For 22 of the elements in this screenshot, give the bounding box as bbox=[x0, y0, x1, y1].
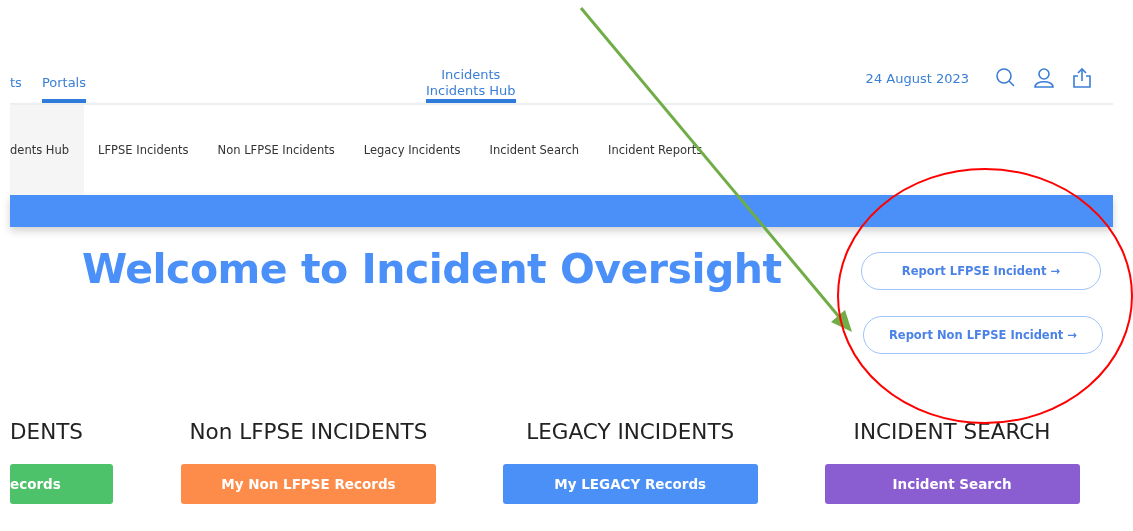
share-icon[interactable] bbox=[1071, 67, 1093, 89]
menu-tab[interactable]: LFPSE Incidents bbox=[83, 105, 204, 195]
records-button[interactable]: My Non LFPSE Records bbox=[180, 464, 436, 504]
date-text: 24 August 2023 bbox=[865, 70, 969, 86]
user-icon[interactable] bbox=[1033, 67, 1055, 89]
section-heading: Non LFPSE INCIDENTS bbox=[189, 418, 428, 446]
menu-tab[interactable]: Incident Search bbox=[475, 105, 594, 195]
menu-tab[interactable]: Non LFPSE Incidents bbox=[203, 105, 350, 195]
report-button[interactable]: Report Non LFPSE Incident → bbox=[863, 316, 1103, 354]
section-heading: INCIDENT SEARCH bbox=[853, 418, 1051, 446]
nav-link[interactable]: ts bbox=[10, 75, 22, 103]
search-icon[interactable] bbox=[995, 67, 1017, 89]
section-heading: DENTS bbox=[10, 418, 83, 446]
records-button[interactable]: Incident Search bbox=[824, 464, 1080, 504]
report-button[interactable]: Report LFPSE Incident → bbox=[861, 252, 1101, 290]
nav-link[interactable]: Incidents Incidents Hub bbox=[426, 67, 516, 103]
menu-tab[interactable]: Legacy Incidents bbox=[349, 105, 475, 195]
page-title: Welcome to Incident Oversight bbox=[82, 245, 782, 293]
records-button[interactable]: ecords bbox=[10, 464, 113, 504]
menu-tab[interactable]: dents Hub bbox=[10, 105, 84, 195]
records-button[interactable]: My LEGACY Records bbox=[502, 464, 758, 504]
section-heading: LEGACY INCIDENTS bbox=[526, 418, 735, 446]
